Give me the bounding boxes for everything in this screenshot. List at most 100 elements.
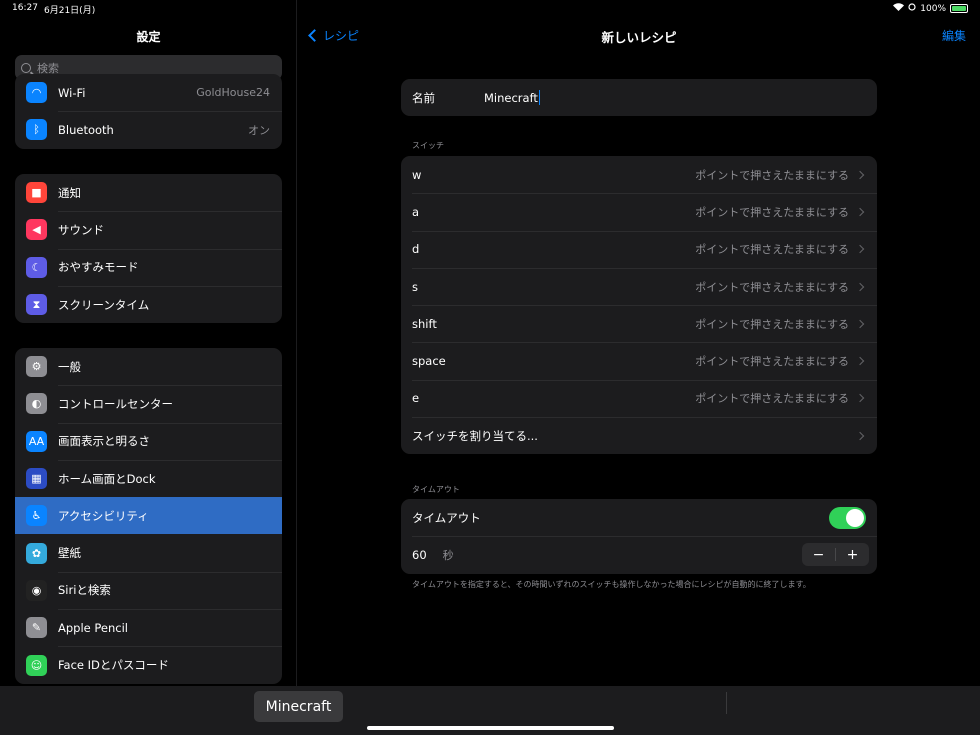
chevron-right-icon [855,207,865,217]
switch-row[interactable]: w ポイントで押さえたままにする [401,156,877,193]
name-value: Minecraft [484,90,538,105]
timeout-card: タイムアウト 60 秒 − + [401,499,877,574]
sidebar-item-wifi[interactable]: ◠ Wi-Fi GoldHouse24 [15,74,282,111]
timeout-label: タイムアウト [412,510,481,525]
switch-row[interactable]: d ポイントで押さえたままにする [401,230,877,268]
timeout-stepper[interactable]: − + [802,543,869,567]
timeout-value: 60 [412,547,427,562]
page-title: 新しいレシピ [601,30,677,45]
faceid-icon: ☺ [26,654,47,676]
keyboard-suggestion-bar: Minecraft [0,686,980,735]
sidebar-item-hourglass[interactable]: ⧗ スクリーンタイム [15,285,282,323]
battery-icon [950,4,968,13]
chevron-right-icon [855,319,865,329]
battery-percent: 100% [920,3,946,14]
switch-action: ポイントで押さえたままにする [695,317,849,331]
switch-key: a [412,204,420,219]
switch-section-header: スイッチ [412,141,444,150]
notification-icon: ■ [26,182,47,204]
status-right: 100% [893,3,968,14]
sidebar-item-label: 通知 [58,185,81,200]
sidebar-item-moon[interactable]: ☾ おやすみモード [15,248,282,286]
chevron-right-icon [855,431,865,440]
toggle-icon: ◐ [26,393,47,415]
sound-icon: ◀ [26,219,47,241]
sidebar-item-sound[interactable]: ◀ サウンド [15,211,282,248]
accessibility-icon: ♿ [26,505,47,527]
switch-key: s [412,279,418,294]
name-label: 名前 [412,90,435,105]
sidebar-item-accessibility[interactable]: ♿ アクセシビリティ [15,497,282,535]
timeout-value-row: 60 秒 − + [401,536,877,573]
switch-action: ポイントで押さえたままにする [695,280,849,294]
sidebar-item-label: Apple Pencil [58,620,128,635]
switch-list: w ポイントで押さえたままにする a ポイントで押さえたままにする d ポイントで押さえた… [401,156,877,455]
chevron-right-icon [855,282,865,291]
pencil-icon: ✎ [26,617,47,639]
switch-key: e [412,391,420,406]
stepper-minus-button[interactable]: − [802,547,835,563]
suggestion-divider [726,692,727,714]
sidebar-item-label: Face IDとパスコード [58,658,169,673]
sidebar-item-bluetooth[interactable]: ᛒ Bluetooth オン [15,111,282,148]
switch-action: ポイントで押さえたままにする [695,168,849,182]
moon-icon: ☾ [26,256,47,278]
sidebar-group-general: ⚙ 一般 ◐ コントロールセンター AA 画面表示と明るさ ▦ ホーム画面とDock ♿ アクセシ… [15,348,282,684]
sidebar-item-faceid[interactable]: ☺ Face IDとパスコード [15,646,282,683]
wifi-status-icon [893,3,905,14]
switch-row[interactable]: e ポイントで押さえたままにする [401,379,877,417]
status-bar: 16:27 6月21日(月) 100% [0,0,980,18]
sidebar-item-label: アクセシビリティ [58,508,149,523]
sidebar-item-toggle[interactable]: ◐ コントロールセンター [15,385,282,422]
switch-row[interactable]: a ポイントで押さえたままにする [401,193,877,230]
sidebar-item-pencil[interactable]: ✎ Apple Pencil [15,609,282,646]
sidebar-item-label: Bluetooth [58,122,114,137]
switch-row[interactable]: space ポイントで押さえたままにする [401,342,877,379]
siri-icon: ◉ [26,579,47,601]
switch-action: ポイントで押さえたままにする [695,205,849,219]
gear-icon: ⚙ [26,356,47,378]
switch-action: ポイントで押さえたままにする [695,355,849,369]
sidebar-item-label: サウンド [58,222,104,237]
switch-key: w [412,167,422,182]
recipe-detail-pane: レシピ 新しいレシピ 編集 名前 Minecraft スイッチ w ポイントで押さ… [298,0,980,735]
sidebar-item-label: ホーム画面とDock [58,471,156,486]
sidebar-item-value: GoldHouse24 [196,86,270,100]
chevron-right-icon [855,394,865,403]
name-row[interactable]: 名前 Minecraft [401,79,877,116]
timeout-row: タイムアウト [401,499,877,536]
status-time: 16:27 [12,3,38,13]
wallpaper-icon: ✿ [26,542,47,564]
assign-switch-button[interactable]: スイッチを割り当てる... [401,417,877,454]
text-caret [538,90,541,105]
switch-key: d [412,242,420,257]
sidebar-item-label: 壁紙 [58,546,81,561]
sidebar-item-gear[interactable]: ⚙ 一般 [15,348,282,385]
hourglass-icon: ⧗ [26,294,47,316]
switch-key: shift [412,316,437,331]
sidebar-item-label: 画面表示と明るさ [58,434,150,449]
switch-row[interactable]: s ポイントで押さえたままにする [401,267,877,305]
home-grid-icon: ▦ [26,468,47,490]
name-input[interactable]: Minecraft [484,90,541,105]
sidebar-item-home-grid[interactable]: ▦ ホーム画面とDock [15,459,282,497]
home-indicator[interactable] [367,726,614,730]
search-icon [21,62,31,73]
switch-key: space [412,354,446,369]
orientation-lock-icon [908,3,916,14]
stepper-plus-button[interactable]: + [836,547,869,563]
settings-sidebar: 設定 検索 ◠ Wi-Fi GoldHouse24 ᛒ Bluetooth オン ■ 通知 ◀… [0,0,297,735]
sidebar-item-display[interactable]: AA 画面表示と明るさ [15,422,282,460]
chevron-right-icon [855,244,865,254]
assign-switch-label: スイッチを割り当てる... [412,428,538,443]
sidebar-item-siri[interactable]: ◉ Siriと検索 [15,571,282,609]
display-icon: AA [26,430,47,452]
suggestion-button[interactable]: Minecraft [254,691,343,722]
timeout-toggle[interactable] [829,506,866,529]
edit-button[interactable]: 編集 [942,27,966,44]
timeout-footnote: タイムアウトを指定すると、その時間いずれのスイッチも操作しなかった場合にレシピが… [412,580,811,589]
sidebar-item-notification[interactable]: ■ 通知 [15,174,282,211]
switch-row[interactable]: shift ポイントで押さえたままにする [401,305,877,342]
sidebar-item-wallpaper[interactable]: ✿ 壁紙 [15,534,282,571]
sidebar-item-label: おやすみモード [58,260,139,275]
